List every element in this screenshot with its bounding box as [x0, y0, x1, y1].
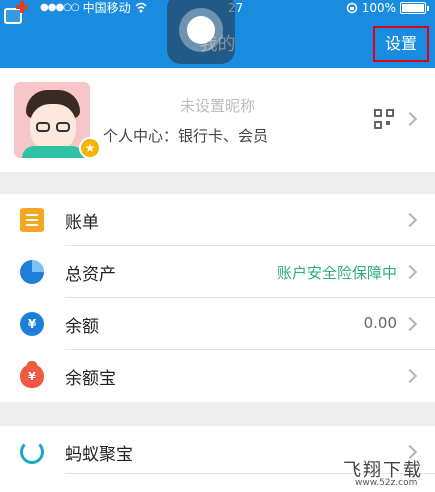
list-item-label: 余额 [65, 317, 99, 337]
list-item-balance[interactable]: ¥ 余额 0.00 [0, 298, 435, 350]
bill-icon [20, 208, 44, 232]
avatar-glasses-left [36, 122, 50, 132]
list-item-label: 蚂蚁聚宝 [65, 445, 133, 465]
plus-icon [15, 0, 29, 14]
ant-fortune-icon [20, 440, 44, 464]
app-header: ●●●○○ 中国移动 27 100% 我的 设置 [0, 0, 435, 68]
floating-add-icon[interactable] [0, 0, 34, 30]
list-item-label: 总资产 [65, 265, 116, 285]
qr-code-icon[interactable] [374, 109, 394, 129]
list-item-yuebao[interactable]: ¥ 余额宝 [0, 350, 435, 402]
status-left: ●●●○○ 中国移动 [40, 0, 147, 16]
assistive-touch-button[interactable] [167, 0, 235, 64]
signal-icon: ●●●○○ [40, 2, 80, 13]
money-bag-icon: ¥ [20, 361, 44, 388]
chevron-right-icon [402, 212, 418, 228]
chevron-right-icon [402, 368, 418, 384]
vip-star-icon: ★ [79, 137, 101, 159]
rotation-lock-icon [346, 2, 357, 14]
list-item-label: 账单 [65, 213, 99, 233]
nickname[interactable]: 未设置昵称 [0, 95, 435, 116]
chevron-right-icon [402, 264, 418, 280]
battery-percent: 100% [361, 1, 396, 15]
avatar-shirt [22, 146, 84, 158]
qr-corner [374, 109, 382, 117]
site-watermark: 飞翔下载 www.52z.com [321, 456, 431, 490]
list-item-bill[interactable]: 账单 [0, 194, 435, 246]
list-item-total-assets[interactable]: 总资产 账户安全险保障中 [0, 246, 435, 298]
yuan-coin-icon: ¥ [20, 312, 44, 336]
carrier-label: 中国移动 [82, 1, 131, 15]
avatar-glasses-right [56, 122, 70, 132]
qr-corner [374, 121, 382, 129]
status-right: 100% [346, 0, 429, 16]
pie-chart-icon [20, 260, 44, 284]
balance-value: 0.00 [363, 314, 397, 332]
wifi-icon [135, 2, 147, 13]
battery-icon [400, 2, 426, 14]
qr-corner [386, 109, 394, 117]
settings-button[interactable]: 设置 [373, 26, 429, 62]
assistive-touch-dot [187, 16, 215, 44]
chevron-right-icon [402, 316, 418, 332]
qr-dot [386, 121, 390, 125]
watermark-url: www.52z.com [355, 478, 418, 488]
battery-nub [427, 5, 429, 11]
profile-subtitle: 个人中心：银行卡、会员 [103, 127, 269, 145]
insurance-status: 账户安全险保障中 [276, 264, 397, 282]
list-item-label: 余额宝 [65, 369, 116, 389]
profile-card[interactable]: 未设置昵称 个人中心：银行卡、会员 [0, 68, 435, 172]
